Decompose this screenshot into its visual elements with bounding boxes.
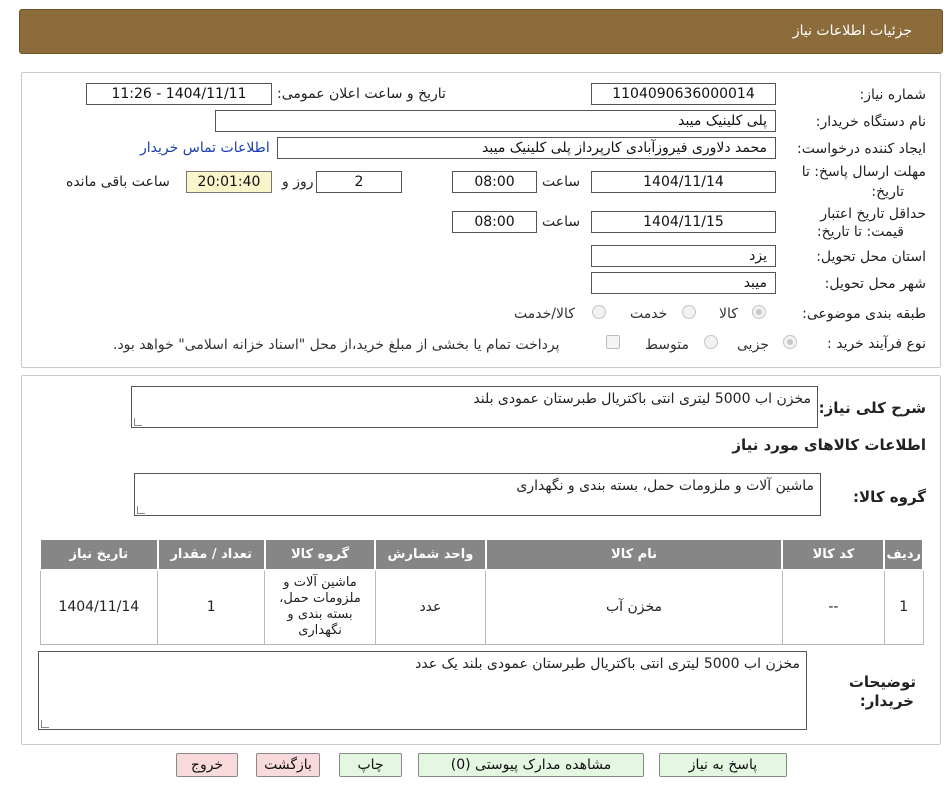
goods-group-label: گروه کالا: [853, 488, 926, 506]
goods-info-title: اطلاعات کالاهای مورد نیاز [732, 436, 926, 454]
remaining-label: ساعت باقی مانده [66, 174, 170, 190]
countdown-timer: 20:01:40 [186, 171, 272, 193]
city-field: میبد [591, 272, 776, 294]
category-option-goods: کالا [719, 306, 738, 322]
cell-date: 1404/11/14 [39, 569, 159, 645]
back-button[interactable]: بازگشت [256, 753, 320, 777]
deadline-time-field: 08:00 [452, 171, 537, 193]
validity-date-field: 1404/11/15 [591, 211, 776, 233]
need-number-label: شماره نیاز: [859, 87, 927, 103]
purchase-type-label: نوع فرآیند خرید : [827, 336, 926, 352]
cell-row-number: 1 [883, 569, 924, 645]
deadline-date-field: 1404/11/14 [591, 171, 776, 193]
validity-time-label: ساعت [542, 214, 581, 230]
category-option-service: خدمت [630, 306, 668, 322]
print-button[interactable]: چاپ [339, 753, 402, 777]
exit-button[interactable]: خروج [176, 753, 238, 777]
creator-label: ایجاد کننده درخواست: [797, 141, 926, 157]
category-label: طبقه بندی موضوعی: [802, 306, 926, 322]
cell-unit: عدد [374, 569, 487, 645]
deadline-time-label: ساعت [542, 174, 581, 190]
buyer-notes-label-2: خریدار: [859, 692, 914, 710]
cell-group: ماشین آلات و ملزومات حمل، بسته بندی و نگ… [264, 569, 376, 645]
col-header-row-number: ردیف [883, 538, 924, 571]
general-desc-label: شرح کلی نیاز: [818, 399, 926, 417]
province-field: یزد [591, 245, 776, 267]
buyer-org-field: پلی کلینیک میبد [215, 110, 776, 132]
cell-name: مخزن آب [485, 569, 783, 645]
general-desc-textarea[interactable]: مخزن اب 5000 لیتری انتی باکتریال طبرستان… [131, 386, 818, 428]
category-radio-goods[interactable] [752, 305, 766, 319]
buyer-contact-link[interactable]: اطلاعات تماس خریدار [140, 140, 270, 156]
category-option-goods-service: کالا/خدمت [514, 306, 575, 322]
col-header-name: نام کالا [484, 538, 784, 571]
days-remaining-field: 2 [316, 171, 402, 193]
validity-label-1: حداقل تاریخ اعتبار [820, 206, 926, 222]
buyer-notes-text: مخزن اب 5000 لیتری انتی باکتریال طبرستان… [415, 656, 800, 672]
need-number-field: 1104090636000014 [591, 83, 776, 105]
validity-label-2: قیمت: تا تاریخ: [816, 224, 904, 240]
days-label: روز و [282, 174, 314, 190]
deadline-label-1: مهلت ارسال پاسخ: تا [801, 164, 926, 180]
category-radio-goods-service[interactable] [592, 305, 606, 319]
goods-group-textarea[interactable]: ماشین آلات و ملزومات حمل، بسته بندی و نگ… [134, 473, 821, 516]
page-header: جزئيات اطلاعات نياز [19, 9, 943, 54]
buyer-notes-label-1: توضیحات [848, 673, 916, 691]
table-header-row: ردیف کد کالا نام کالا واحد شمارش گروه کا… [39, 538, 924, 571]
resize-grip-icon[interactable] [134, 418, 142, 426]
table-row: 1 -- مخزن آب عدد ماشین آلات و ملزومات حم… [39, 569, 924, 645]
general-desc-text: مخزن اب 5000 لیتری انتی باکتریال طبرستان… [473, 391, 811, 407]
treasury-payment-checkbox[interactable] [606, 335, 620, 349]
col-header-date: تاریخ نیاز [39, 538, 159, 571]
city-label: شهر محل تحویل: [824, 276, 926, 292]
cell-code: -- [781, 569, 885, 645]
purchase-option-medium: متوسط [645, 337, 689, 353]
col-header-group: گروه کالا [263, 538, 377, 571]
resize-grip-icon[interactable] [137, 506, 145, 514]
buyer-org-label: نام دستگاه خریدار: [815, 114, 926, 130]
col-header-quantity: تعداد / مقدار [156, 538, 266, 571]
announce-label: تاریخ و ساعت اعلان عمومی: [277, 86, 446, 102]
treasury-payment-note: پرداخت تمام یا بخشی از مبلغ خرید،از محل … [113, 337, 560, 353]
page-title: جزئيات اطلاعات نياز [792, 23, 912, 39]
purchase-option-minor: جزیی [737, 337, 769, 353]
province-label: استان محل تحویل: [816, 249, 926, 265]
goods-group-text: ماشین آلات و ملزومات حمل، بسته بندی و نگ… [516, 478, 814, 494]
creator-field: محمد دلاوری فیروزآبادی کارپرداز پلی کلین… [277, 137, 776, 159]
buyer-notes-textarea[interactable]: مخزن اب 5000 لیتری انتی باکتریال طبرستان… [38, 651, 807, 730]
deadline-label-2: تاریخ: [871, 184, 904, 200]
purchase-radio-medium[interactable] [704, 335, 718, 349]
purchase-radio-minor[interactable] [783, 335, 797, 349]
items-table: ردیف کد کالا نام کالا واحد شمارش گروه کا… [39, 538, 924, 645]
validity-time-field: 08:00 [452, 211, 537, 233]
col-header-code: کد کالا [781, 538, 886, 571]
cell-quantity: 1 [157, 569, 266, 645]
announce-field: 1404/11/11 - 11:26 [86, 83, 272, 105]
reply-button[interactable]: پاسخ به نیاز [659, 753, 787, 777]
attachments-button[interactable]: مشاهده مدارک پیوستی (0) [418, 753, 644, 777]
category-radio-service[interactable] [682, 305, 696, 319]
resize-grip-icon[interactable] [41, 720, 49, 728]
col-header-unit: واحد شمارش [374, 538, 487, 571]
